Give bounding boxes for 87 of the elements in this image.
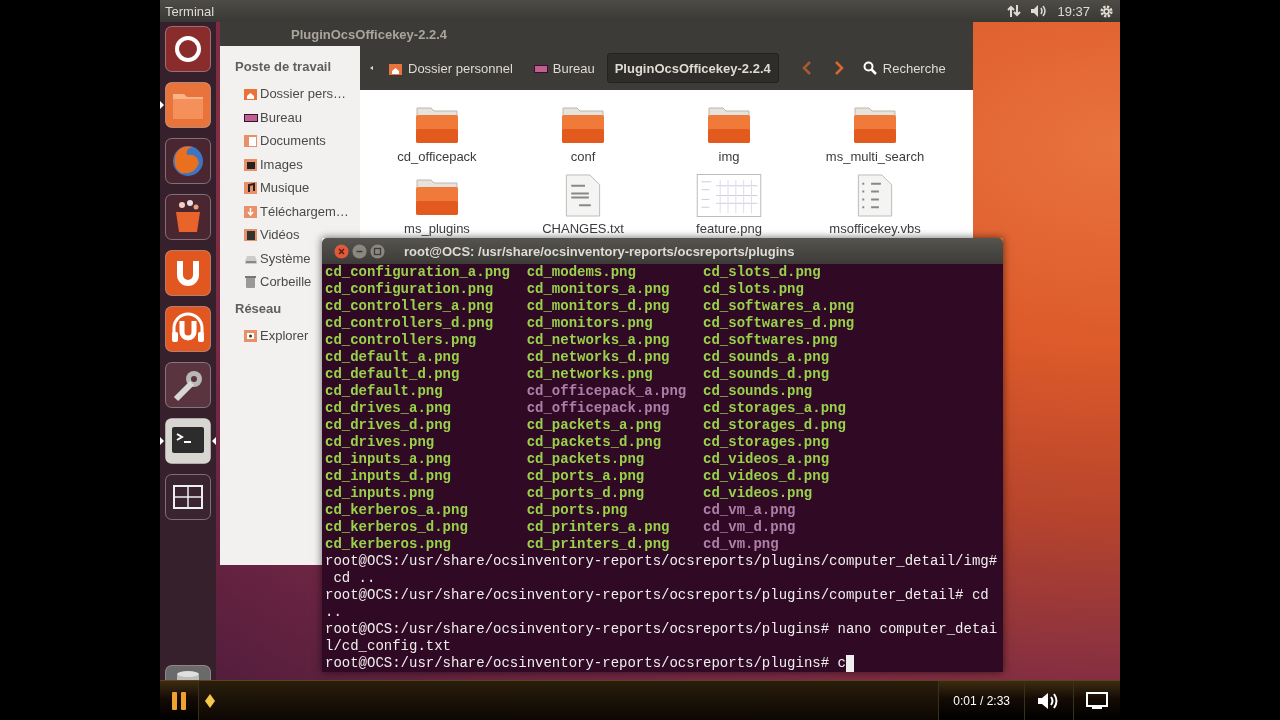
- window-title: root@OCS: /usr/share/ocsinventory-reports/ocsreports/plugins: [404, 243, 795, 259]
- sidebar-item[interactable]: Corbeille: [235, 270, 312, 294]
- file-name: cd_default.png: [325, 383, 444, 400]
- file-name: cd_networks_d.png: [526, 349, 671, 366]
- file-name: cd_ports_a.png: [526, 468, 646, 485]
- sidebar-item[interactable]: Documents: [235, 129, 326, 153]
- sidebar-item[interactable]: Musique: [235, 176, 310, 200]
- file-name: cd_drives_a.png: [325, 400, 453, 417]
- sidebar-heading: Réseau: [235, 299, 282, 318]
- terminal-line: ..: [325, 604, 342, 621]
- file-name: cd_monitors_a.png: [526, 281, 671, 298]
- file-name[interactable]: feature.png: [696, 221, 762, 236]
- file-name: cd_officepack_a.png: [526, 383, 688, 400]
- file-name: cd_vm.png: [703, 536, 780, 553]
- file-name: cd_packets_d.png: [526, 434, 663, 451]
- sidebar-item[interactable]: Bureau: [235, 105, 302, 129]
- file-name: cd_softwares_a.png: [703, 298, 855, 315]
- file-name: cd_modems.png: [526, 264, 637, 281]
- file-name: cd_slots_d.png: [703, 264, 822, 281]
- file-name: cd_networks_a.png: [526, 332, 671, 349]
- file-name: cd_drives_d.png: [325, 417, 453, 434]
- file-name: cd_storages_a.png: [703, 400, 847, 417]
- file-name: cd_controllers_a.png: [325, 298, 495, 315]
- file-name: cd_inputs_a.png: [325, 451, 453, 468]
- file-name: cd_sounds_a.png: [703, 349, 831, 366]
- terminal-line: root@OCS:/usr/share/ocsinventory-reports/ocsreports/plugins/computer_detail# cd: [325, 587, 989, 604]
- file-name[interactable]: ms_plugins: [404, 221, 470, 236]
- file-name: cd_videos.png: [703, 485, 814, 502]
- file-name[interactable]: img: [718, 149, 740, 164]
- file-name: cd_packets_a.png: [526, 417, 663, 434]
- terminal-line: root@OCS:/usr/share/ocsinventory-reports/ocsreports/plugins# nano computer_detai: [325, 621, 998, 638]
- sidebar-item[interactable]: Téléchargem…: [235, 199, 349, 223]
- file-name: cd_storages_d.png: [703, 417, 847, 434]
- file-name: cd_configuration.png: [325, 281, 495, 298]
- file-name: cd_kerberos_a.png: [325, 502, 469, 519]
- file-name: cd_configuration_a.png: [325, 264, 511, 281]
- path-button[interactable]: PluginOcsOfficekey-2.2.4: [606, 53, 779, 83]
- file-name: cd_slots.png: [703, 281, 805, 298]
- file-name: cd_vm_d.png: [703, 519, 797, 536]
- file-name[interactable]: msofficekey.vbs: [829, 221, 921, 236]
- file-name: cd_ports.png: [526, 502, 629, 519]
- clock[interactable]: 19:37: [1057, 3, 1090, 19]
- sidebar-item[interactable]: Explorer: [235, 323, 309, 347]
- file-name: cd_officepack.png: [526, 400, 671, 417]
- file-name: cd_monitors_d.png: [526, 298, 671, 315]
- file-name: cd_vm_a.png: [703, 502, 797, 519]
- file-name: cd_printers_d.png: [526, 536, 671, 553]
- file-name: cd_softwares_d.png: [703, 315, 855, 332]
- file-name: cd_monitors.png: [526, 315, 654, 332]
- file-name: cd_networks.png: [526, 366, 654, 383]
- file-name: cd_kerberos_d.png: [325, 519, 469, 536]
- sidebar-item[interactable]: Vidéos: [235, 223, 300, 247]
- app-title: Terminal: [165, 3, 215, 19]
- sidebar-item[interactable]: Système: [235, 246, 311, 270]
- file-name[interactable]: CHANGES.txt: [542, 221, 624, 236]
- file-name[interactable]: cd_officepack: [397, 149, 477, 164]
- sidebar-heading: Poste de travail: [235, 58, 332, 76]
- file-name: cd_inputs.png: [325, 485, 436, 502]
- file-name: cd_sounds.png: [703, 383, 814, 400]
- file-name: cd_inputs_d.png: [325, 468, 453, 485]
- terminal-line: cd ..: [332, 570, 376, 587]
- file-name: cd_videos_d.png: [703, 468, 831, 485]
- terminal-line: l/cd_config.txt: [325, 638, 452, 655]
- file-name: cd_videos_a.png: [703, 451, 831, 468]
- file-name: cd_controllers.png: [325, 332, 478, 349]
- terminal-line: root@OCS:/usr/share/ocsinventory-reports/ocsreports/plugins# c: [325, 655, 846, 672]
- sidebar-item[interactable]: Dossier pers…: [235, 82, 346, 106]
- window-title: PluginOcsOfficekey-2.2.4: [291, 26, 448, 42]
- file-name: cd_drives.png: [325, 434, 436, 451]
- file-name: cd_storages.png: [703, 434, 831, 451]
- file-name: cd_controllers_d.png: [325, 315, 495, 332]
- file-name: cd_default_a.png: [325, 349, 461, 366]
- file-name: cd_default_d.png: [325, 366, 461, 383]
- file-name: cd_packets.png: [526, 451, 646, 468]
- file-name[interactable]: conf: [570, 149, 596, 164]
- sidebar-item[interactable]: Images: [235, 152, 303, 176]
- file-name[interactable]: ms_multi_search: [825, 149, 925, 164]
- file-name: cd_kerberos.png: [325, 536, 453, 553]
- path-button[interactable]: Dossier personnel: [380, 53, 521, 83]
- file-name: cd_printers_a.png: [526, 519, 671, 536]
- search-button[interactable]: Recherche: [862, 60, 946, 76]
- time-display: 0:01 / 2:33: [953, 693, 1010, 708]
- file-name: cd_softwares.png: [703, 332, 839, 349]
- terminal-line: root@OCS:/usr/share/ocsinventory-reports/ocsreports/plugins/computer_detail/img#: [325, 553, 998, 570]
- file-name: cd_sounds_d.png: [703, 366, 831, 383]
- path-button[interactable]: Bureau: [524, 53, 603, 83]
- file-name: cd_ports_d.png: [526, 485, 646, 502]
